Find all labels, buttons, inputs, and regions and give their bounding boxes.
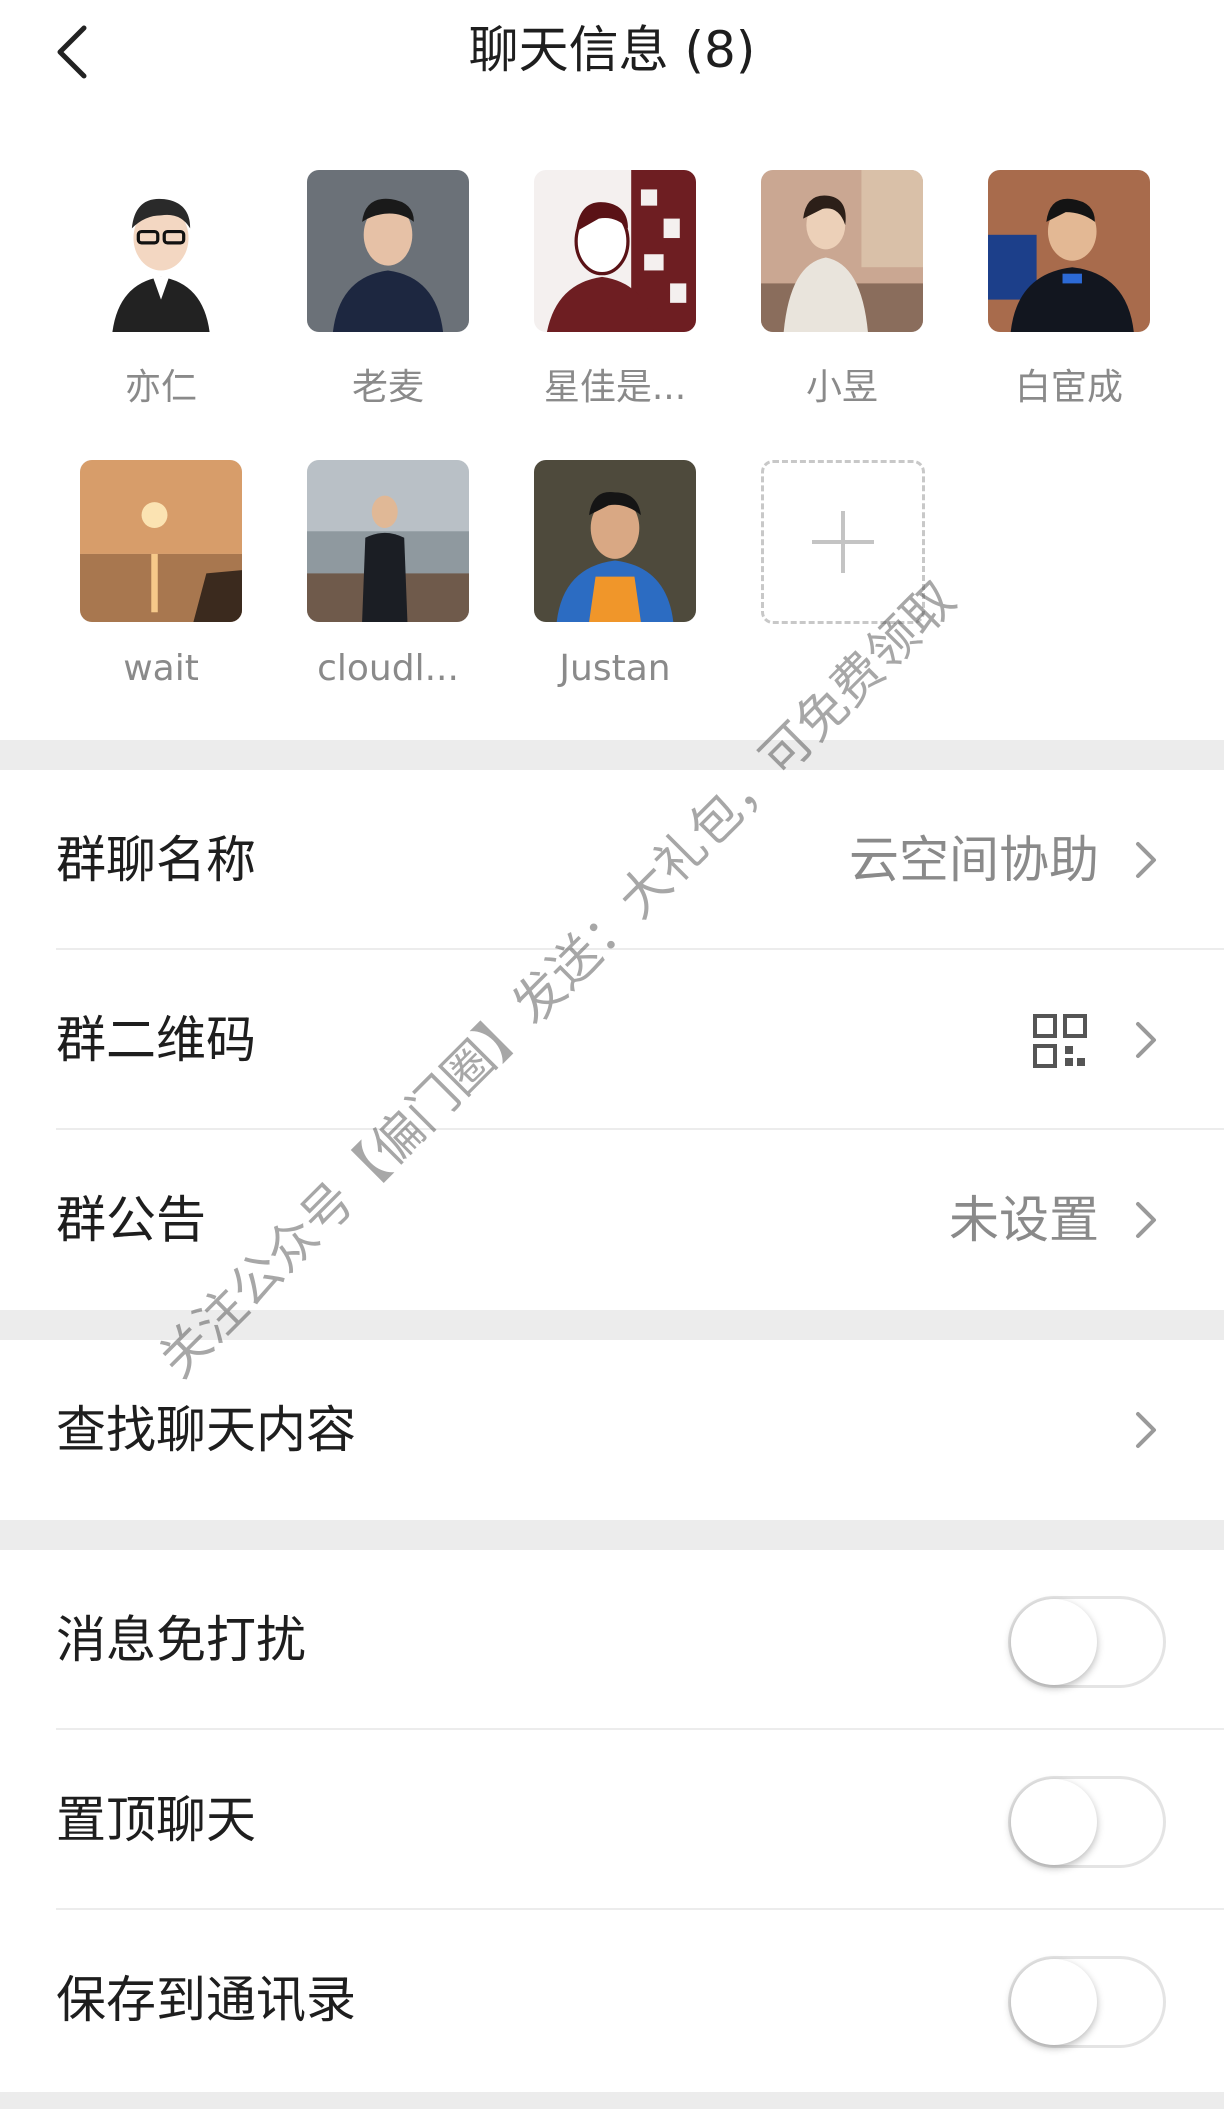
toggle-knob (1011, 1779, 1097, 1865)
member-item[interactable]: 亦仁 (55, 170, 255, 420)
member-name: wait (123, 648, 199, 689)
avatar (534, 170, 696, 332)
announcement-label: 群公告 (56, 1191, 206, 1249)
pin-label: 置顶聊天 (56, 1791, 256, 1849)
section-divider (0, 2092, 1224, 2109)
member-item[interactable]: wait (55, 460, 255, 710)
avatar (307, 170, 469, 332)
qr-code-icon (1033, 1014, 1087, 1068)
announcement-value: 未设置 (949, 1191, 1099, 1249)
avatar (534, 460, 696, 622)
mute-toggle[interactable] (1008, 1596, 1166, 1688)
member-item[interactable]: 小昱 (736, 170, 936, 420)
plus-icon (761, 460, 925, 624)
toggle-knob (1011, 1959, 1097, 2045)
pin-row: 置顶聊天 (0, 1730, 1224, 1910)
member-item[interactable]: 星佳是... (509, 170, 709, 420)
page-title: 聊天信息 (8) (468, 21, 756, 79)
member-name: cloudl... (317, 648, 459, 689)
avatar (307, 460, 469, 622)
group-name-label: 群聊名称 (56, 831, 256, 889)
chevron-right-icon (1136, 1022, 1156, 1058)
member-item[interactable]: cloudl... (282, 460, 482, 710)
avatar (80, 460, 242, 622)
member-name: 星佳是... (543, 367, 687, 408)
mute-row: 消息免打扰 (0, 1550, 1224, 1730)
group-name-row[interactable]: 群聊名称 云空间协助 (0, 770, 1224, 950)
add-member-button[interactable] (736, 460, 936, 710)
avatar (988, 170, 1150, 332)
group-qr-label: 群二维码 (56, 1011, 256, 1069)
group-announcement-row[interactable]: 群公告 未设置 (0, 1130, 1224, 1310)
member-name: 小昱 (805, 367, 878, 408)
save-contacts-label: 保存到通讯录 (56, 1971, 356, 2029)
search-history-label: 查找聊天内容 (56, 1401, 356, 1459)
avatar (761, 170, 923, 332)
nav-bar: 聊天信息 (8) (0, 0, 1224, 110)
member-name: 老麦 (351, 367, 424, 408)
chevron-right-icon (1136, 1412, 1156, 1448)
section-divider (0, 1310, 1224, 1340)
save-contacts-toggle[interactable] (1008, 1956, 1166, 2048)
save-contacts-row: 保存到通讯录 (0, 1910, 1224, 2090)
mute-label: 消息免打扰 (56, 1611, 306, 1669)
member-item[interactable]: 白宦成 (963, 170, 1163, 420)
member-item[interactable]: Justan (509, 460, 709, 710)
chevron-right-icon (1136, 842, 1156, 878)
group-qr-row[interactable]: 群二维码 (0, 950, 1224, 1130)
chevron-right-icon (1136, 1202, 1156, 1238)
group-name-value: 云空间协助 (849, 831, 1099, 889)
member-grid: 亦仁 老麦 星佳是... 小昱 白宦成 wait cloudl... Justa… (0, 170, 1224, 710)
member-name: Justan (559, 648, 671, 689)
member-name: 白宦成 (1014, 367, 1123, 408)
member-item[interactable]: 老麦 (282, 170, 482, 420)
search-history-row[interactable]: 查找聊天内容 (0, 1340, 1224, 1520)
section-divider (0, 740, 1224, 770)
avatar (80, 170, 242, 332)
pin-toggle[interactable] (1008, 1776, 1166, 1868)
toggle-knob (1011, 1599, 1097, 1685)
member-name: 亦仁 (124, 367, 197, 408)
section-divider (0, 1520, 1224, 1550)
